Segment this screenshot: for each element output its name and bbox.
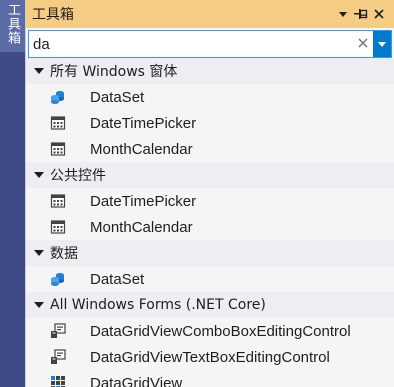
window-menu-button[interactable]: [334, 5, 352, 23]
panel-title: 工具箱: [32, 7, 74, 23]
toolbox-item[interactable]: MonthCalendar: [26, 136, 394, 162]
clear-icon: [358, 38, 368, 48]
toolbox-item-label: DateTimePicker: [90, 114, 197, 132]
group-label: 数据: [50, 246, 78, 262]
toolbox-item[interactable]: DataSet: [26, 266, 394, 292]
group-label: 所有 Windows 窗体: [50, 64, 178, 80]
pin-icon: [354, 9, 368, 19]
expand-arrow-icon: [34, 68, 44, 74]
toolbox-item[interactable]: DataGridView: [26, 370, 394, 387]
dataset-icon: [50, 271, 66, 287]
close-icon: [374, 9, 384, 19]
calendar-icon: [50, 193, 66, 209]
chevron-down-icon: [378, 41, 386, 47]
close-button[interactable]: [370, 5, 388, 23]
toolbox-item-label: MonthCalendar: [90, 218, 193, 236]
side-tab-strip: 工具箱: [0, 0, 25, 387]
search-box: [28, 30, 392, 58]
editing-control-icon: [50, 349, 66, 365]
calendar-icon: [50, 141, 66, 157]
pin-button[interactable]: [352, 5, 370, 23]
dataset-icon: [50, 89, 66, 105]
toolbox-item[interactable]: DateTimePicker: [26, 188, 394, 214]
toolbox-item-label: DataGridView: [90, 374, 183, 387]
side-tab-label: 工具箱: [5, 3, 20, 45]
calendar-icon: [50, 115, 66, 131]
editing-control-icon: [50, 323, 66, 339]
expand-arrow-icon: [34, 250, 44, 256]
group-header[interactable]: 数据: [26, 240, 394, 266]
search-options-dropdown[interactable]: [373, 31, 391, 57]
toolbox-item[interactable]: DataGridViewTextBoxEditingControl: [26, 344, 394, 370]
group-label: All Windows Forms (.NET Core): [50, 297, 266, 313]
toolbox-item-label: DataGridViewTextBoxEditingControl: [90, 348, 330, 366]
expand-arrow-icon: [34, 172, 44, 178]
side-tab-toolbox[interactable]: 工具箱: [0, 0, 25, 52]
toolbox-item[interactable]: DateTimePicker: [26, 110, 394, 136]
group-header[interactable]: All Windows Forms (.NET Core): [26, 292, 394, 318]
group-label: 公共控件: [50, 168, 106, 184]
dropdown-icon: [339, 12, 347, 17]
toolbox-item-label: DataSet: [90, 88, 145, 106]
group-header[interactable]: 所有 Windows 窗体: [26, 58, 394, 84]
group-header[interactable]: 公共控件: [26, 162, 394, 188]
toolbox-item[interactable]: DataGridViewComboBoxEditingControl: [26, 318, 394, 344]
expand-arrow-icon: [34, 302, 44, 308]
toolbox-item-label: MonthCalendar: [90, 140, 193, 158]
toolbox-panel: 工具箱 所有 Windows 窗体 DataSet DateTimePicker Mo…: [25, 0, 394, 387]
toolbox-list: 所有 Windows 窗体 DataSet DateTimePicker MonthC…: [26, 58, 394, 387]
toolbox-item[interactable]: DataSet: [26, 84, 394, 110]
toolbox-item-label: DateTimePicker: [90, 192, 197, 210]
toolbox-item[interactable]: MonthCalendar: [26, 214, 394, 240]
grid-icon: [50, 375, 66, 387]
search-clear-button[interactable]: [353, 35, 373, 53]
title-bar: 工具箱: [26, 0, 394, 28]
search-input[interactable]: [29, 31, 353, 57]
calendar-icon: [50, 219, 66, 235]
toolbox-item-label: DataGridViewComboBoxEditingControl: [90, 322, 351, 340]
toolbox-item-label: DataSet: [90, 270, 145, 288]
